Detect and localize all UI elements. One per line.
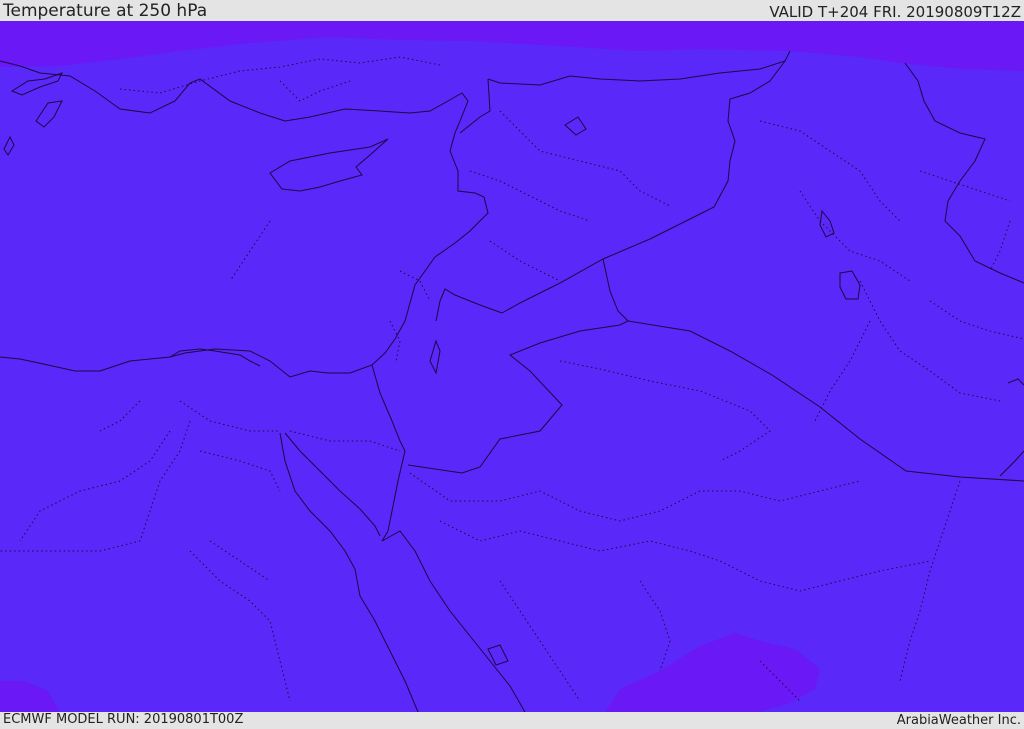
valid-time: VALID T+204 FRI. 20190809T12Z <box>769 3 1021 21</box>
weather-map <box>0 21 1024 712</box>
map-title: Temperature at 250 hPa <box>3 1 208 21</box>
map-canvas <box>0 21 1024 712</box>
header-bar: Temperature at 250 hPa VALID T+204 FRI. … <box>0 0 1024 21</box>
model-run-label: ECMWF MODEL RUN: 20190801T00Z <box>3 712 244 727</box>
credit-label: ArabiaWeather Inc. <box>896 713 1021 728</box>
temperature-field <box>0 21 1024 712</box>
footer-bar: ECMWF MODEL RUN: 20190801T00Z ArabiaWeat… <box>0 712 1024 729</box>
